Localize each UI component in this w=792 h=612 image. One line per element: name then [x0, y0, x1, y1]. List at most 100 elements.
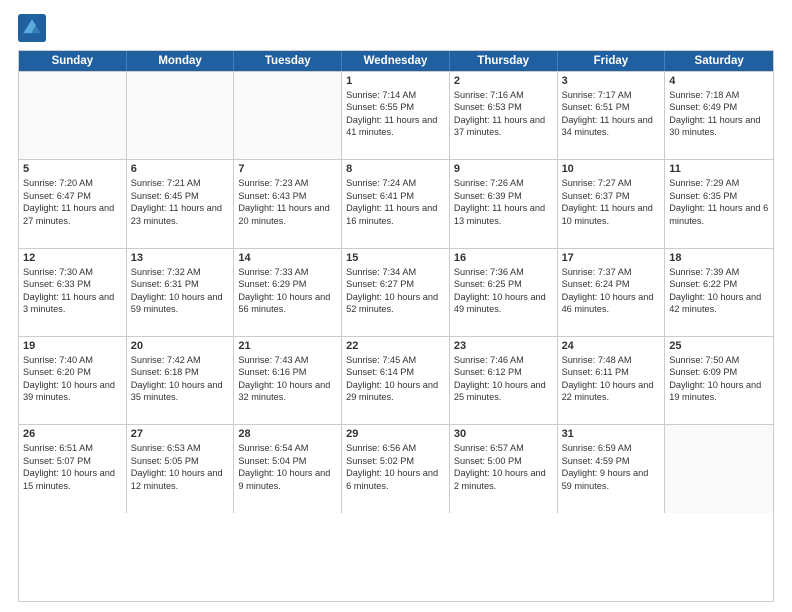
daylight-text: Daylight: 10 hours and 15 minutes.: [23, 467, 122, 492]
sunset-text: Sunset: 6:53 PM: [454, 101, 553, 113]
sunrise-text: Sunrise: 7:34 AM: [346, 266, 445, 278]
daylight-text: Daylight: 10 hours and 46 minutes.: [562, 291, 661, 316]
day-number: 11: [669, 163, 769, 175]
day-number: 27: [131, 428, 230, 440]
sunset-text: Sunset: 6:39 PM: [454, 190, 553, 202]
daylight-text: Daylight: 11 hours and 6 minutes.: [669, 202, 769, 227]
sunset-text: Sunset: 6:29 PM: [238, 278, 337, 290]
header-day-saturday: Saturday: [665, 51, 773, 71]
sunset-text: Sunset: 6:47 PM: [23, 190, 122, 202]
cal-cell: 29Sunrise: 6:56 AMSunset: 5:02 PMDayligh…: [342, 425, 450, 512]
calendar-body: 1Sunrise: 7:14 AMSunset: 6:55 PMDaylight…: [19, 71, 773, 601]
day-number: 29: [346, 428, 445, 440]
sunset-text: Sunset: 6:20 PM: [23, 366, 122, 378]
cal-cell: [19, 72, 127, 159]
day-number: 10: [562, 163, 661, 175]
sunrise-text: Sunrise: 7:29 AM: [669, 177, 769, 189]
sunset-text: Sunset: 4:59 PM: [562, 455, 661, 467]
sunrise-text: Sunrise: 7:42 AM: [131, 354, 230, 366]
sunset-text: Sunset: 6:16 PM: [238, 366, 337, 378]
sunset-text: Sunset: 6:11 PM: [562, 366, 661, 378]
day-number: 5: [23, 163, 122, 175]
daylight-text: Daylight: 10 hours and 49 minutes.: [454, 291, 553, 316]
sunrise-text: Sunrise: 6:51 AM: [23, 442, 122, 454]
cal-cell: 16Sunrise: 7:36 AMSunset: 6:25 PMDayligh…: [450, 249, 558, 336]
sunrise-text: Sunrise: 7:27 AM: [562, 177, 661, 189]
day-number: 24: [562, 340, 661, 352]
daylight-text: Daylight: 11 hours and 10 minutes.: [562, 202, 661, 227]
daylight-text: Daylight: 10 hours and 59 minutes.: [131, 291, 230, 316]
week-row-3: 19 Sunrise: 7:40 AMSunset: 6:20 PM Dayligh…: [19, 336, 773, 424]
sunset-text: Sunset: 6:37 PM: [562, 190, 661, 202]
sunrise-text: Sunrise: 6:57 AM: [454, 442, 553, 454]
day-number: 6: [131, 163, 230, 175]
sunrise-text: Sunrise: 7:17 AM: [562, 89, 661, 101]
cal-cell: 11 Sunrise: 7:29 AMSunset: 6:35 PMDayligh…: [665, 160, 773, 247]
week-row-0: 1Sunrise: 7:14 AMSunset: 6:55 PMDaylight…: [19, 71, 773, 159]
day-number: 7: [238, 163, 337, 175]
logo-icon: [18, 14, 46, 42]
header-day-friday: Friday: [558, 51, 666, 71]
sunset-text: Sunset: 6:25 PM: [454, 278, 553, 290]
cal-cell: 30Sunrise: 6:57 AMSunset: 5:00 PMDayligh…: [450, 425, 558, 512]
sunrise-text: Sunrise: 7:32 AM: [131, 266, 230, 278]
daylight-text: Daylight: 11 hours and 30 minutes.: [669, 114, 769, 139]
sunrise-text: Sunrise: 7:14 AM: [346, 89, 445, 101]
week-row-4: 26Sunrise: 6:51 AMSunset: 5:07 PMDayligh…: [19, 424, 773, 512]
day-number: 20: [131, 340, 230, 352]
cal-cell: 6Sunrise: 7:21 AMSunset: 6:45 PMDaylight…: [127, 160, 235, 247]
day-number: 23: [454, 340, 553, 352]
sunrise-text: Sunrise: 7:16 AM: [454, 89, 553, 101]
day-number: 31: [562, 428, 661, 440]
cal-cell: [127, 72, 235, 159]
sunset-text: Sunset: 5:07 PM: [23, 455, 122, 467]
sunrise-text: Sunrise: 6:59 AM: [562, 442, 661, 454]
daylight-text: Daylight: 10 hours and 6 minutes.: [346, 467, 445, 492]
cal-cell: 13Sunrise: 7:32 AMSunset: 6:31 PMDayligh…: [127, 249, 235, 336]
sunrise-text: Sunrise: 7:33 AM: [238, 266, 337, 278]
day-number: 8: [346, 163, 445, 175]
cal-cell: 10 Sunrise: 7:27 AMSunset: 6:37 PMDayligh…: [558, 160, 666, 247]
daylight-text: Daylight: 10 hours and 25 minutes.: [454, 379, 553, 404]
daylight-text: Daylight: 10 hours and 2 minutes.: [454, 467, 553, 492]
sunrise-text: Sunrise: 6:53 AM: [131, 442, 230, 454]
sunrise-text: Sunrise: 7:20 AM: [23, 177, 122, 189]
cal-cell: [665, 425, 773, 512]
header-day-monday: Monday: [127, 51, 235, 71]
sunset-text: Sunset: 6:27 PM: [346, 278, 445, 290]
day-number: 15: [346, 252, 445, 264]
daylight-text: Daylight: 10 hours and 22 minutes.: [562, 379, 661, 404]
daylight-text: Daylight: 11 hours and 3 minutes.: [23, 291, 122, 316]
cal-cell: 31Sunrise: 6:59 AMSunset: 4:59 PMDayligh…: [558, 425, 666, 512]
daylight-text: Daylight: 11 hours and 37 minutes.: [454, 114, 553, 139]
day-number: 12: [23, 252, 122, 264]
daylight-text: Daylight: 10 hours and 19 minutes.: [669, 379, 769, 404]
sunset-text: Sunset: 5:05 PM: [131, 455, 230, 467]
sunset-text: Sunset: 5:02 PM: [346, 455, 445, 467]
day-number: 22: [346, 340, 445, 352]
cal-cell: 7Sunrise: 7:23 AMSunset: 6:43 PMDaylight…: [234, 160, 342, 247]
sunset-text: Sunset: 6:35 PM: [669, 190, 769, 202]
header-day-wednesday: Wednesday: [342, 51, 450, 71]
sunset-text: Sunset: 6:41 PM: [346, 190, 445, 202]
daylight-text: Daylight: 11 hours and 34 minutes.: [562, 114, 661, 139]
daylight-text: Daylight: 10 hours and 42 minutes.: [669, 291, 769, 316]
daylight-text: Daylight: 11 hours and 13 minutes.: [454, 202, 553, 227]
day-number: 19: [23, 340, 122, 352]
daylight-text: Daylight: 10 hours and 12 minutes.: [131, 467, 230, 492]
day-number: 28: [238, 428, 337, 440]
cal-cell: 28Sunrise: 6:54 AMSunset: 5:04 PMDayligh…: [234, 425, 342, 512]
page: SundayMondayTuesdayWednesdayThursdayFrid…: [0, 0, 792, 612]
sunrise-text: Sunrise: 7:40 AM: [23, 354, 122, 366]
sunset-text: Sunset: 6:49 PM: [669, 101, 769, 113]
day-number: 9: [454, 163, 553, 175]
day-number: 1: [346, 75, 445, 87]
day-number: 17: [562, 252, 661, 264]
sunset-text: Sunset: 6:24 PM: [562, 278, 661, 290]
sunrise-text: Sunrise: 7:48 AM: [562, 354, 661, 366]
sunset-text: Sunset: 6:43 PM: [238, 190, 337, 202]
sunset-text: Sunset: 6:12 PM: [454, 366, 553, 378]
sunset-text: Sunset: 6:22 PM: [669, 278, 769, 290]
day-number: 21: [238, 340, 337, 352]
cal-cell: 19Sunrise: 7:40 AMSunset: 6:20 PMDayligh…: [19, 337, 127, 424]
